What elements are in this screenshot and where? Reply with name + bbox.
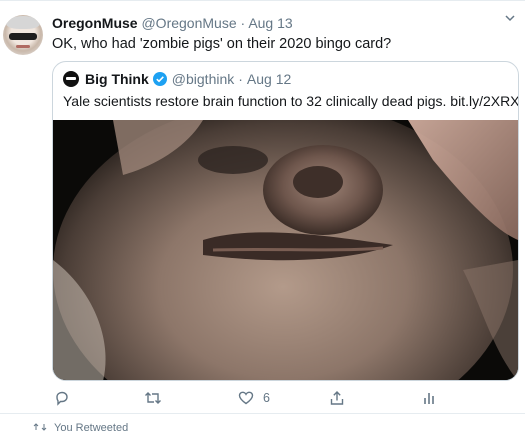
chevron-down-icon[interactable]: [505, 13, 515, 23]
reply-button[interactable]: [54, 388, 70, 408]
avatar-mouth: [16, 45, 30, 48]
heart-icon: [238, 391, 254, 405]
quoted-handle[interactable]: @bigthink: [172, 71, 234, 87]
share-button[interactable]: [329, 388, 345, 408]
tweet-text: OK, who had 'zombie pigs' on their 2020 …: [52, 36, 392, 52]
pig-photo[interactable]: [53, 120, 518, 380]
quoted-date[interactable]: Aug 12: [247, 71, 291, 87]
like-count: 6: [263, 391, 270, 405]
like-button[interactable]: 6: [238, 388, 270, 408]
tweet[interactable]: OregonMuse @OregonMuse · Aug 13 OK, who …: [0, 0, 525, 434]
avatar-glasses: [9, 33, 37, 40]
analytics-icon: [424, 393, 434, 404]
quoted-text: Yale scientists restore brain function t…: [63, 93, 519, 109]
avatar-hair: [6, 16, 40, 29]
retweet-small-icon: [33, 423, 47, 431]
display-name[interactable]: OregonMuse: [52, 15, 138, 31]
tweet-header: OregonMuse @OregonMuse · Aug 13: [52, 15, 293, 31]
quoted-header: Big Think @bigthink · Aug 12: [63, 70, 291, 88]
quoted-tweet[interactable]: Big Think @bigthink · Aug 12 Yale scient…: [52, 61, 519, 381]
retweet-button[interactable]: [144, 388, 162, 408]
reply-icon: [56, 391, 68, 406]
avatar[interactable]: [3, 15, 43, 55]
retweet-icon: [145, 392, 161, 404]
tweet-actions: 6: [52, 388, 452, 408]
big-think-logo-icon[interactable]: [63, 71, 79, 87]
retweeted-label: You Retweeted: [54, 422, 129, 434]
quoted-display-name[interactable]: Big Think: [85, 71, 149, 87]
verified-badge-icon: [152, 72, 167, 86]
handle[interactable]: @OregonMuse: [141, 15, 236, 31]
tweet-date[interactable]: Aug 13: [248, 15, 292, 31]
analytics-button[interactable]: [421, 388, 437, 408]
separator: ·: [240, 15, 246, 31]
quoted-separator: ·: [238, 71, 243, 87]
next-tweet-social-context: You Retweeted: [0, 413, 525, 434]
share-icon: [330, 391, 344, 405]
